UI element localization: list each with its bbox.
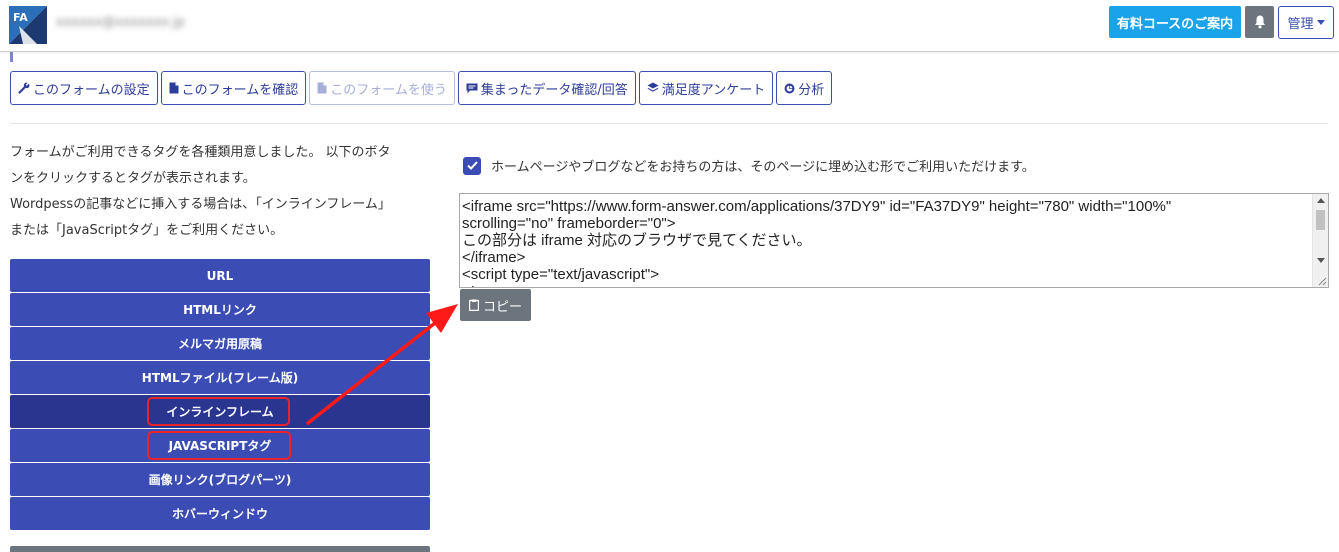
tag-html-file-button[interactable]: HTMLファイル(フレーム版): [10, 361, 430, 394]
collected-data-label: 集まったデータ確認/回答: [480, 82, 628, 98]
section-marker: [10, 52, 13, 62]
logo-icon[interactable]: FA: [9, 6, 47, 44]
file-icon: [169, 82, 179, 94]
embed-code-textarea[interactable]: <iframe src="https://www.form-answer.com…: [459, 193, 1329, 288]
description-line: フォームがご利用できるタグを各種類用意しました。 以下のボタ: [10, 145, 391, 160]
scroll-thumb[interactable]: [1316, 210, 1325, 230]
wrench-icon: [18, 82, 30, 94]
paid-course-button[interactable]: 有料コースのご案内: [1109, 6, 1241, 38]
description-line: Wordpessの記事などに挿入する場合は、「インラインフレーム」: [10, 197, 391, 212]
description-line: または「JavaScriptタグ」をご利用ください。: [10, 223, 284, 238]
embed-checkbox[interactable]: [463, 156, 481, 175]
copy-label: コピー: [482, 299, 522, 315]
analysis-button[interactable]: 分析: [776, 71, 833, 105]
chat-icon: [466, 83, 478, 93]
tag-image-link-button[interactable]: 画像リンク(ブログパーツ): [10, 463, 430, 496]
form-confirm-button[interactable]: このフォームを確認: [160, 71, 307, 105]
admin-dropdown-label: 管理: [1287, 17, 1314, 32]
tag-description: フォームがご利用できるタグを各種類用意しました。 以下のボタ ンをクリックすると…: [10, 140, 430, 244]
textarea-scrollbar[interactable]: [1312, 194, 1328, 287]
file-icon: [317, 82, 327, 94]
layers-icon: [647, 82, 659, 92]
bell-icon: [1254, 15, 1265, 29]
form-toolbar: このフォームの設定 このフォームを確認 このフォームを使う 集まったデータ確認/…: [10, 71, 833, 105]
user-email: xxxxxx@xxxxxxx.jp: [56, 15, 186, 30]
satisfaction-survey-label: 満足度アンケート: [661, 82, 766, 98]
tag-hover-window-button[interactable]: ホバーウィンドウ: [10, 497, 430, 530]
description-line: ンをクリックするとタグが表示されます。: [10, 171, 256, 186]
resize-handle-icon[interactable]: [1317, 276, 1327, 286]
caret-down-icon: [1316, 20, 1325, 25]
embed-code-text: <iframe src="https://www.form-answer.com…: [462, 198, 1172, 287]
form-confirm-label: このフォームを確認: [181, 82, 299, 98]
analysis-label: 分析: [798, 82, 825, 98]
check-icon: [466, 161, 478, 170]
chart-icon: [784, 82, 795, 93]
scroll-down-icon[interactable]: [1317, 258, 1325, 263]
notification-button[interactable]: [1245, 6, 1274, 38]
tag-list-next-button[interactable]: [10, 546, 430, 552]
scroll-up-icon[interactable]: [1317, 198, 1325, 203]
highlight-inline-frame: [147, 397, 290, 426]
satisfaction-survey-button[interactable]: 満足度アンケート: [638, 71, 774, 105]
embed-option[interactable]: ホームページやブログなどをお持ちの方は、そのページに埋め込む形でご利用いただけま…: [463, 156, 1035, 175]
form-use-label: このフォームを使う: [330, 82, 447, 98]
embed-checkbox-label: ホームページやブログなどをお持ちの方は、そのページに埋め込む形でご利用いただけま…: [491, 160, 1035, 175]
form-settings-label: このフォームの設定: [33, 82, 150, 98]
form-settings-button[interactable]: このフォームの設定: [10, 71, 158, 105]
copy-button[interactable]: コピー: [460, 289, 531, 321]
tag-html-link-button[interactable]: HTMLリンク: [10, 293, 430, 326]
tag-mailmag-button[interactable]: メルマガ用原稿: [10, 327, 430, 360]
clipboard-icon: [468, 299, 479, 311]
tag-url-button[interactable]: URL: [10, 259, 430, 292]
top-navbar: FA xxxxxx@xxxxxxx.jp 有料コースのご案内 管理: [0, 0, 1339, 52]
highlight-javascript: [147, 431, 291, 460]
svg-text:FA: FA: [13, 11, 28, 24]
admin-dropdown[interactable]: 管理: [1278, 6, 1334, 39]
divider: [10, 123, 1328, 124]
form-use-button[interactable]: このフォームを使う: [309, 71, 455, 105]
collected-data-button[interactable]: 集まったデータ確認/回答: [457, 71, 636, 105]
tag-type-list: URL HTMLリンク メルマガ用原稿 HTMLファイル(フレーム版) インライ…: [10, 259, 430, 531]
